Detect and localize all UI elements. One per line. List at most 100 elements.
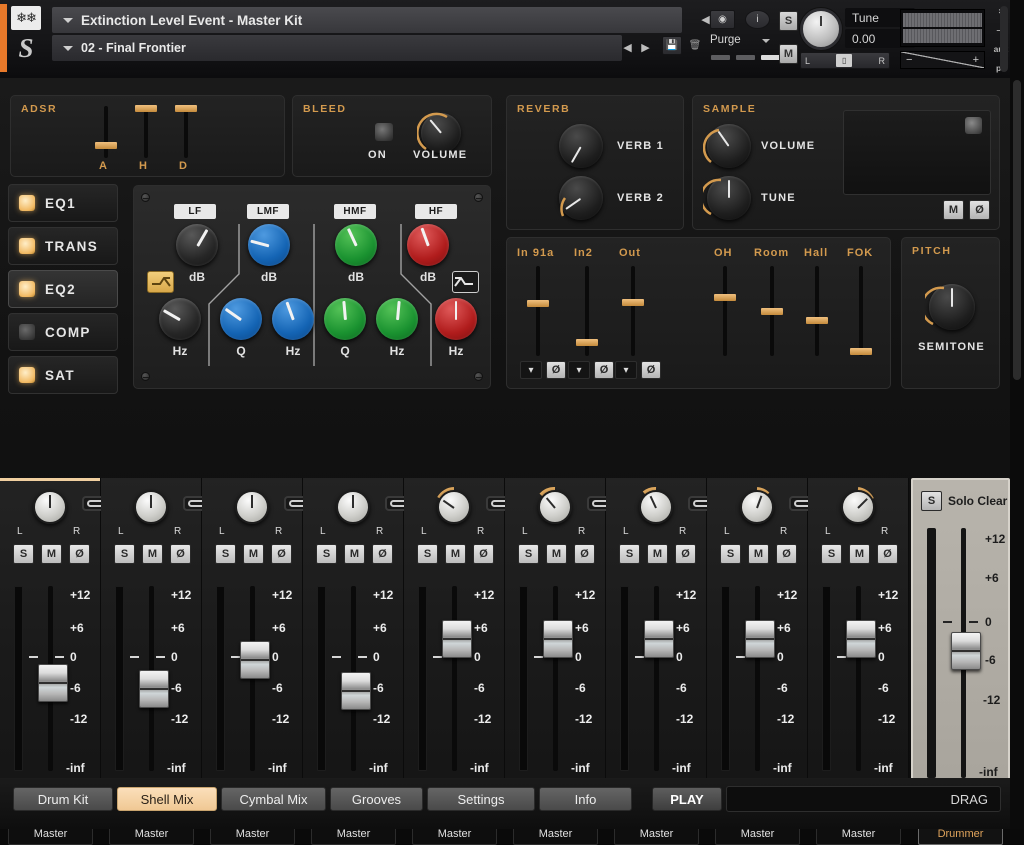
eq-lmf-q-knob[interactable] — [220, 298, 262, 340]
solo-button[interactable]: S — [215, 544, 236, 564]
header-mute-button[interactable]: M — [779, 44, 798, 64]
file-next-button[interactable]: ▶ — [638, 40, 653, 55]
eq-hf-gain-knob[interactable] — [407, 224, 449, 266]
mute-button[interactable]: M — [849, 544, 870, 564]
pan-center-handle[interactable]: ▯ — [836, 54, 852, 67]
phase-button[interactable]: Ø — [776, 544, 797, 564]
pan-knob[interactable] — [336, 490, 370, 524]
channel-strip-snr-btm[interactable]: L R S M Ø +12 +6 0 -6 -12 -inf SNR BTM — [303, 478, 404, 794]
routing-handle-room[interactable] — [761, 308, 783, 315]
high-shelf-icon[interactable] — [452, 271, 479, 293]
purge-label[interactable]: Purge — [710, 34, 765, 50]
trash-icon[interactable]: 🗑 — [686, 36, 704, 55]
preset-name-field[interactable]: 02 - Final Frontier — [52, 35, 622, 61]
module-button-eq1[interactable]: EQ1 — [8, 184, 118, 222]
master-fader-handle[interactable] — [951, 632, 981, 670]
channel-strip-master[interactable]: S Solo Clear +12 +6 0 -6 -12 -inf MASTER — [911, 478, 1010, 794]
fader-track[interactable] — [755, 586, 760, 771]
routing-handle-oh[interactable] — [714, 294, 736, 301]
header-tune-knob[interactable] — [800, 8, 842, 50]
pan-knob[interactable] — [437, 490, 471, 524]
fader-track[interactable] — [654, 586, 659, 771]
tab-grooves[interactable]: Grooves — [330, 787, 423, 811]
routing-menu-out[interactable]: ▾ — [615, 361, 637, 379]
routing-phase-out[interactable]: Ø — [641, 361, 661, 379]
window-scrollbar[interactable] — [1010, 0, 1024, 829]
adsr-slider-a-handle[interactable] — [95, 142, 117, 149]
eq-lf-freq-knob[interactable] — [159, 298, 201, 340]
phase-button[interactable]: Ø — [877, 544, 898, 564]
eq-hmf-q-knob[interactable] — [324, 298, 366, 340]
solo-button[interactable]: S — [13, 544, 34, 564]
adsr-slider-a-track[interactable] — [104, 106, 108, 158]
tab-cymbal-mix[interactable]: Cymbal Mix — [221, 787, 326, 811]
channel-strip-kick-sub[interactable]: L R S M Ø +12 +6 0 -6 -12 -inf KICK SUB — [101, 478, 202, 794]
routing-handle-in2[interactable] — [576, 339, 598, 346]
eq-band-tag-lmf[interactable]: LMF — [247, 204, 289, 219]
routing-handle-hall[interactable] — [806, 317, 828, 324]
play-button[interactable]: PLAY — [652, 787, 722, 811]
mute-button[interactable]: M — [546, 544, 567, 564]
channel-strip-tom-1[interactable]: L R S M Ø +12 +6 0 -6 -12 -inf TOM 1 — [404, 478, 505, 794]
phase-button[interactable]: Ø — [170, 544, 191, 564]
solo-button[interactable]: S — [114, 544, 135, 564]
fader-handle[interactable] — [139, 670, 169, 708]
verb1-knob[interactable] — [559, 124, 603, 168]
save-icon[interactable]: 💾 — [662, 36, 682, 55]
solo-clear-label[interactable]: Solo Clear — [948, 494, 1007, 508]
routing-menu-in2[interactable]: ▾ — [568, 361, 590, 379]
phase-button[interactable]: Ø — [473, 544, 494, 564]
eq-lmf-freq-knob[interactable] — [272, 298, 314, 340]
eq-lmf-gain-knob[interactable] — [248, 224, 290, 266]
pan-knob[interactable] — [33, 490, 67, 524]
routing-handle-in91a[interactable] — [527, 300, 549, 307]
scrollbar-thumb[interactable] — [1013, 80, 1021, 380]
header-volume-slider[interactable]: − + — [900, 51, 985, 69]
sample-display-toggle[interactable] — [965, 117, 982, 134]
channel-strip-kick-in[interactable]: L R S M Ø +12 +6 0 -6 -12 -inf KICK IN — [0, 478, 101, 794]
tab-info[interactable]: Info — [539, 787, 632, 811]
header-pan-slider[interactable]: L ▯ R — [800, 52, 890, 69]
bleed-on-button[interactable] — [375, 123, 393, 141]
master-solo-button[interactable]: S — [921, 491, 942, 511]
eq-hmf-freq-knob[interactable] — [376, 298, 418, 340]
adsr-slider-d-handle[interactable] — [175, 105, 197, 112]
phase-button[interactable]: Ø — [69, 544, 90, 564]
eq-band-tag-lf[interactable]: LF — [174, 204, 216, 219]
fader-handle[interactable] — [644, 620, 674, 658]
info-icon[interactable]: i — [745, 10, 770, 29]
pan-knob[interactable] — [235, 490, 269, 524]
solo-button[interactable]: S — [821, 544, 842, 564]
fader-handle[interactable] — [442, 620, 472, 658]
channel-strip-tom-4[interactable]: L R S M Ø +12 +6 0 -6 -12 -inf TOM 4 — [707, 478, 808, 794]
mute-button[interactable]: M — [445, 544, 466, 564]
routing-track-oh[interactable] — [723, 266, 727, 356]
routing-track-hall[interactable] — [815, 266, 819, 356]
adsr-slider-h-track[interactable] — [144, 106, 148, 158]
pan-knob[interactable] — [134, 490, 168, 524]
drag-midi-box[interactable]: DRAG — [726, 786, 1001, 812]
eq-hmf-gain-knob[interactable] — [335, 224, 377, 266]
phase-button[interactable]: Ø — [574, 544, 595, 564]
routing-track-fok[interactable] — [859, 266, 863, 356]
fader-handle[interactable] — [745, 620, 775, 658]
fader-handle[interactable] — [846, 620, 876, 658]
eq-band-tag-hf[interactable]: HF — [415, 204, 457, 219]
solo-button[interactable]: S — [518, 544, 539, 564]
fader-track[interactable] — [856, 586, 861, 771]
mute-button[interactable]: M — [748, 544, 769, 564]
fader-handle[interactable] — [38, 664, 68, 702]
routing-menu-in91a[interactable]: ▾ — [520, 361, 542, 379]
chevron-down-icon[interactable] — [63, 46, 73, 51]
solo-button[interactable]: S — [720, 544, 741, 564]
channel-strip-tom-5[interactable]: L R S M Ø +12 +6 0 -6 -12 -inf TOM 5 — [808, 478, 909, 794]
sample-phase-button[interactable]: Ø — [969, 200, 990, 220]
adsr-slider-d-track[interactable] — [184, 106, 188, 158]
mute-button[interactable]: M — [647, 544, 668, 564]
fader-handle[interactable] — [341, 672, 371, 710]
volume-plus-label[interactable]: + — [973, 54, 979, 66]
pan-knob[interactable] — [841, 490, 875, 524]
pan-knob[interactable] — [538, 490, 572, 524]
module-button-comp[interactable]: COMP — [8, 313, 118, 351]
eq-hf-freq-knob[interactable] — [435, 298, 477, 340]
